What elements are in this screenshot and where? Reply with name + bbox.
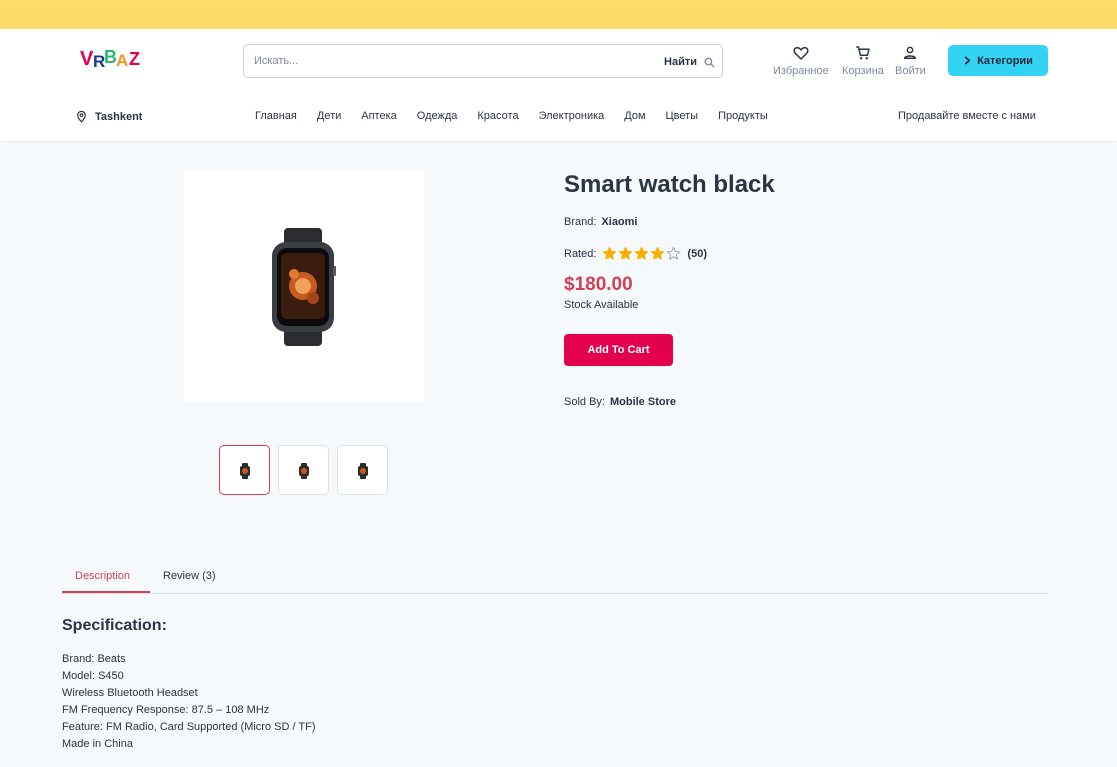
star-icon (635, 246, 649, 260)
svg-text:A: A (116, 51, 128, 70)
search-bar: Найти (243, 44, 723, 78)
smartwatch-thumbnail-image (358, 463, 368, 479)
logo-icon: V R B A Z (80, 47, 140, 71)
star-icon (667, 246, 681, 260)
favorites-label: Избранное (773, 65, 829, 77)
favorites-button[interactable]: Избранное (773, 44, 829, 77)
tab-review[interactable]: Review (3) (163, 570, 216, 582)
cart-button[interactable]: Корзина (842, 44, 884, 77)
spec-line: Feature: FM Radio, Card Supported (Micro… (62, 721, 316, 733)
smartwatch-thumbnail-image (240, 463, 250, 479)
nav-item-electronics[interactable]: Электроника (539, 110, 605, 122)
search-input[interactable] (254, 52, 634, 70)
nav-item-groceries[interactable]: Продукты (718, 110, 768, 122)
main-navigation: Главная Дети Аптека Одежда Красота Элект… (255, 110, 788, 122)
nav-item-pharmacy[interactable]: Аптека (361, 110, 397, 122)
spec-line: Made in China (62, 738, 133, 750)
site-logo[interactable]: V R B A Z (80, 45, 146, 71)
pin-icon (77, 110, 86, 123)
top-announcement-bar (0, 0, 1117, 29)
nav-item-clothing[interactable]: Одежда (417, 110, 458, 122)
star-icon (619, 246, 633, 260)
product-tabs: Description Review (3) (62, 561, 1048, 594)
thumbnail-1[interactable] (219, 445, 270, 495)
product-rating: Rated: (50) (564, 246, 707, 261)
tab-description[interactable]: Description (75, 570, 130, 582)
smartwatch-image (272, 228, 336, 346)
chevron-right-icon (964, 56, 971, 65)
categories-label: Категории (977, 54, 1033, 67)
spec-line: Wireless Bluetooth Headset (62, 687, 198, 699)
search-button-label: Найти (664, 56, 697, 68)
cart-icon (856, 46, 870, 60)
star-icon (603, 246, 617, 260)
svg-text:Z: Z (129, 49, 140, 69)
location-selector[interactable]: Tashkent (75, 110, 142, 123)
spec-line: Model: S450 (62, 670, 124, 682)
smartwatch-thumbnail-image (299, 463, 309, 479)
login-button[interactable]: Войти (895, 44, 926, 77)
heart-icon (793, 46, 809, 60)
specification-title: Specification: (62, 617, 167, 634)
header: V R B A Z Найти Избранное Корзина Войти … (0, 29, 1117, 141)
star-icon (651, 246, 665, 260)
rating-stars (602, 246, 681, 261)
nav-item-home-goods[interactable]: Дом (624, 110, 645, 122)
specification-list: Brand: Beats Model: S450 Wireless Blueto… (62, 651, 316, 753)
rated-label: Rated: (564, 247, 597, 260)
rating-count: (50) (687, 247, 707, 260)
brand-value: Xiaomi (601, 216, 638, 228)
cart-label: Корзина (842, 65, 884, 77)
stock-status: Stock Available (564, 299, 639, 311)
spec-line: FM Frequency Response: 87.5 – 108 MHz (62, 704, 270, 716)
search-icon (704, 56, 715, 68)
nav-item-beauty[interactable]: Красота (477, 110, 518, 122)
location-label: Tashkent (95, 110, 143, 123)
product-price: $180.00 (564, 274, 633, 295)
product-main-image (184, 170, 424, 402)
categories-button[interactable]: Категории (948, 45, 1048, 76)
nav-item-kids[interactable]: Дети (317, 110, 341, 122)
spec-line: Brand: Beats (62, 653, 126, 665)
product-title: Smart watch black (564, 171, 775, 198)
search-button[interactable]: Найти (664, 52, 716, 72)
product-brand: Brand: Xiaomi (564, 216, 638, 228)
user-icon (904, 46, 917, 59)
nav-item-flowers[interactable]: Цветы (666, 110, 699, 122)
add-to-cart-button[interactable]: Add To Cart (564, 334, 673, 366)
svg-text:V: V (80, 48, 94, 70)
active-tab-indicator (62, 591, 150, 593)
login-label: Войти (895, 65, 926, 77)
thumbnail-2[interactable] (278, 445, 329, 495)
sold-by-store[interactable]: Mobile Store (610, 396, 676, 408)
sold-by-label: Sold By: (564, 396, 605, 408)
nav-item-home[interactable]: Главная (255, 110, 297, 122)
thumbnail-3[interactable] (337, 445, 388, 495)
brand-label: Brand: (564, 216, 597, 228)
sell-with-us-link[interactable]: Продавайте вместе с нами (898, 110, 1036, 122)
sold-by: Sold By: Mobile Store (564, 396, 676, 408)
